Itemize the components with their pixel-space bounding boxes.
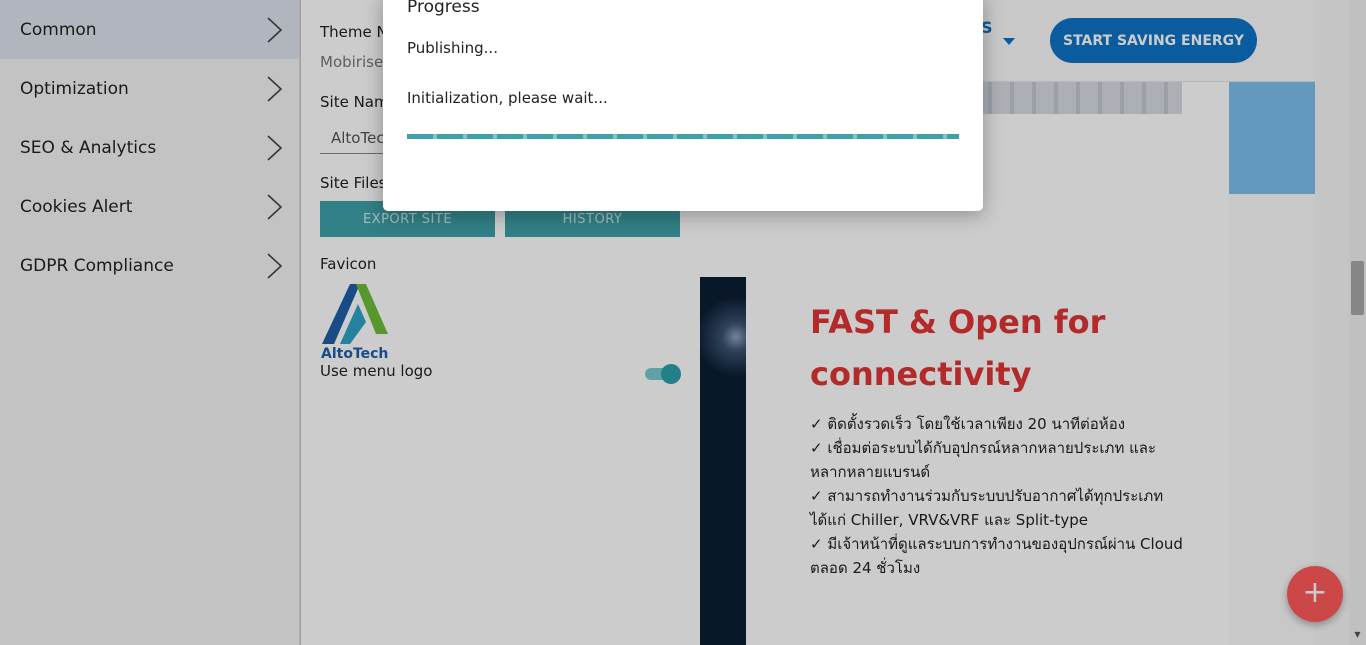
progress-dialog: Progress Publishing... Initialization, p…: [383, 0, 983, 211]
progress-fill: [407, 134, 959, 139]
dialog-message: Initialization, please wait...: [407, 89, 608, 107]
progress-bar: [407, 134, 959, 139]
dialog-title: Progress: [407, 0, 480, 17]
dialog-status: Publishing...: [407, 39, 498, 57]
